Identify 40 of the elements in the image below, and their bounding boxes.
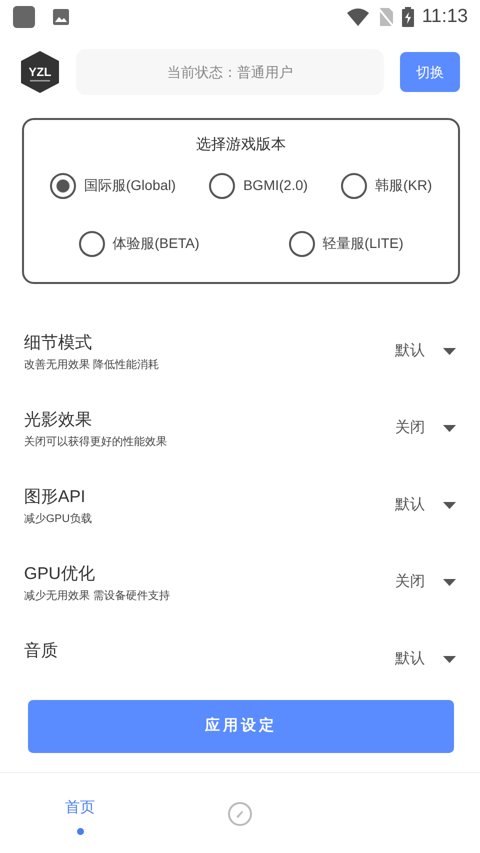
version-radio-option[interactable]: 韩服(KR) (341, 172, 432, 198)
image-icon (52, 8, 70, 26)
version-radio-option[interactable]: 国际服(Global) (50, 172, 176, 198)
setting-title: 音质 (24, 640, 59, 662)
battery-icon (402, 7, 414, 27)
time-text: 11:13 (422, 4, 468, 29)
version-radio-option[interactable]: 轻量服(LITE) (288, 230, 404, 256)
status-field: 当前状态：普通用户 (76, 49, 384, 95)
setting-dropdown[interactable]: 关闭 (395, 571, 456, 594)
radio-button[interactable] (78, 230, 105, 256)
dialog-title: 选择游戏版本 (195, 135, 287, 155)
dropdown-caret-icon (443, 348, 456, 355)
setting-title: 光影效果 (24, 409, 93, 431)
app-icon (12, 5, 36, 29)
no-sim-icon (378, 7, 394, 27)
setting-description: 改善无用效果 降低性能消耗 (24, 358, 160, 373)
radio-button[interactable] (341, 172, 368, 198)
setting-title: 细节模式 (24, 332, 93, 354)
version-radio-option[interactable]: BGMI(2.0) (209, 172, 308, 198)
dropdown-caret-icon (443, 502, 456, 509)
dropdown-caret-icon (443, 656, 456, 663)
setting-title: 图形API (24, 486, 86, 508)
dropdown-caret-icon (443, 424, 456, 432)
setting-description: 减少无用效果 需设备硬件支持 (24, 589, 172, 604)
setting-dropdown[interactable]: 关闭 (395, 417, 456, 440)
compass-icon (227, 801, 253, 827)
setting-title: GPU优化 (24, 563, 96, 585)
setting-dropdown[interactable]: 默认 (395, 494, 456, 516)
wifi-icon (346, 8, 370, 26)
dropdown-caret-icon (443, 578, 456, 586)
version-radio-option[interactable]: 体验服(BETA) (78, 230, 200, 256)
setting-dropdown[interactable]: 默认 (395, 340, 456, 362)
setting-description: 关闭可以获得更好的性能效果 (24, 434, 168, 450)
radio-button[interactable] (288, 230, 315, 256)
setting-dropdown[interactable]: 默认 (395, 648, 456, 670)
radio-button[interactable] (209, 172, 236, 198)
radio-button[interactable] (50, 172, 76, 198)
logo-icon: YZL (20, 50, 60, 94)
setting-description: 减少GPU负载 (24, 512, 93, 527)
nav-tab[interactable]: 首页 (0, 773, 160, 853)
